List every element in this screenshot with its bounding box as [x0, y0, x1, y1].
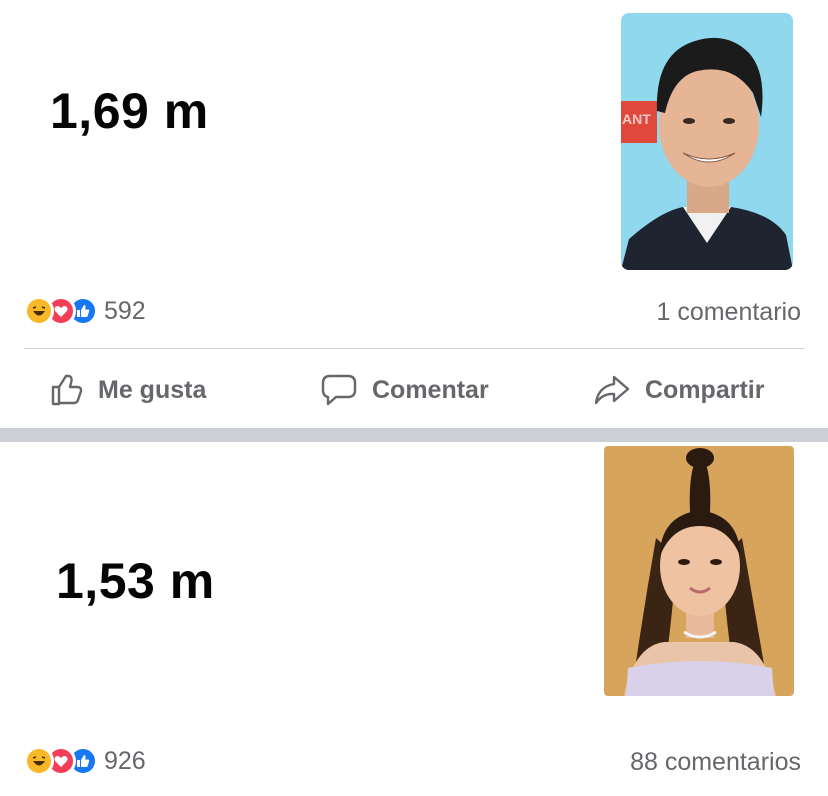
share-arrow-icon: [594, 375, 630, 405]
feed-separator: [0, 428, 828, 442]
share-button[interactable]: Compartir: [593, 362, 764, 418]
comment-count-link[interactable]: 88 comentarios: [630, 748, 801, 777]
post-photo-man[interactable]: ANT: [621, 13, 793, 270]
comment-count-link[interactable]: 1 comentario: [656, 298, 801, 327]
haha-reaction-icon: [24, 296, 54, 326]
post-1: 1,69 m ANT 592 1 comentario Me gusta Com…: [0, 0, 828, 428]
post-2: 1,53 m 926 88 comentarios: [0, 442, 828, 796]
like-button[interactable]: Me gusta: [50, 362, 206, 418]
action-bar: Me gusta Comentar Compartir: [0, 362, 828, 418]
reactions-summary[interactable]: 926: [24, 746, 146, 776]
post-text: 1,69 m: [50, 83, 209, 139]
haha-reaction-icon: [24, 746, 54, 776]
thumbs-up-icon: [51, 374, 83, 406]
man-portrait-image: ANT: [621, 13, 793, 270]
reaction-count: 592: [104, 296, 146, 325]
like-label: Me gusta: [98, 375, 207, 404]
post-stats: 592 1 comentario: [0, 292, 828, 332]
woman-portrait-image: [604, 446, 794, 696]
reactions-summary[interactable]: 592: [24, 296, 146, 326]
comment-bubble-icon: [321, 374, 357, 406]
comment-label: Comentar: [372, 375, 489, 404]
comment-button[interactable]: Comentar: [320, 362, 489, 418]
post-photo-woman[interactable]: [604, 446, 794, 696]
post-text: 1,53 m: [56, 553, 215, 609]
post-stats: 926 88 comentarios: [0, 742, 828, 782]
divider: [24, 348, 804, 349]
photo-backdrop-text: ANT: [622, 111, 651, 127]
reaction-count: 926: [104, 746, 146, 775]
share-label: Compartir: [645, 375, 765, 404]
